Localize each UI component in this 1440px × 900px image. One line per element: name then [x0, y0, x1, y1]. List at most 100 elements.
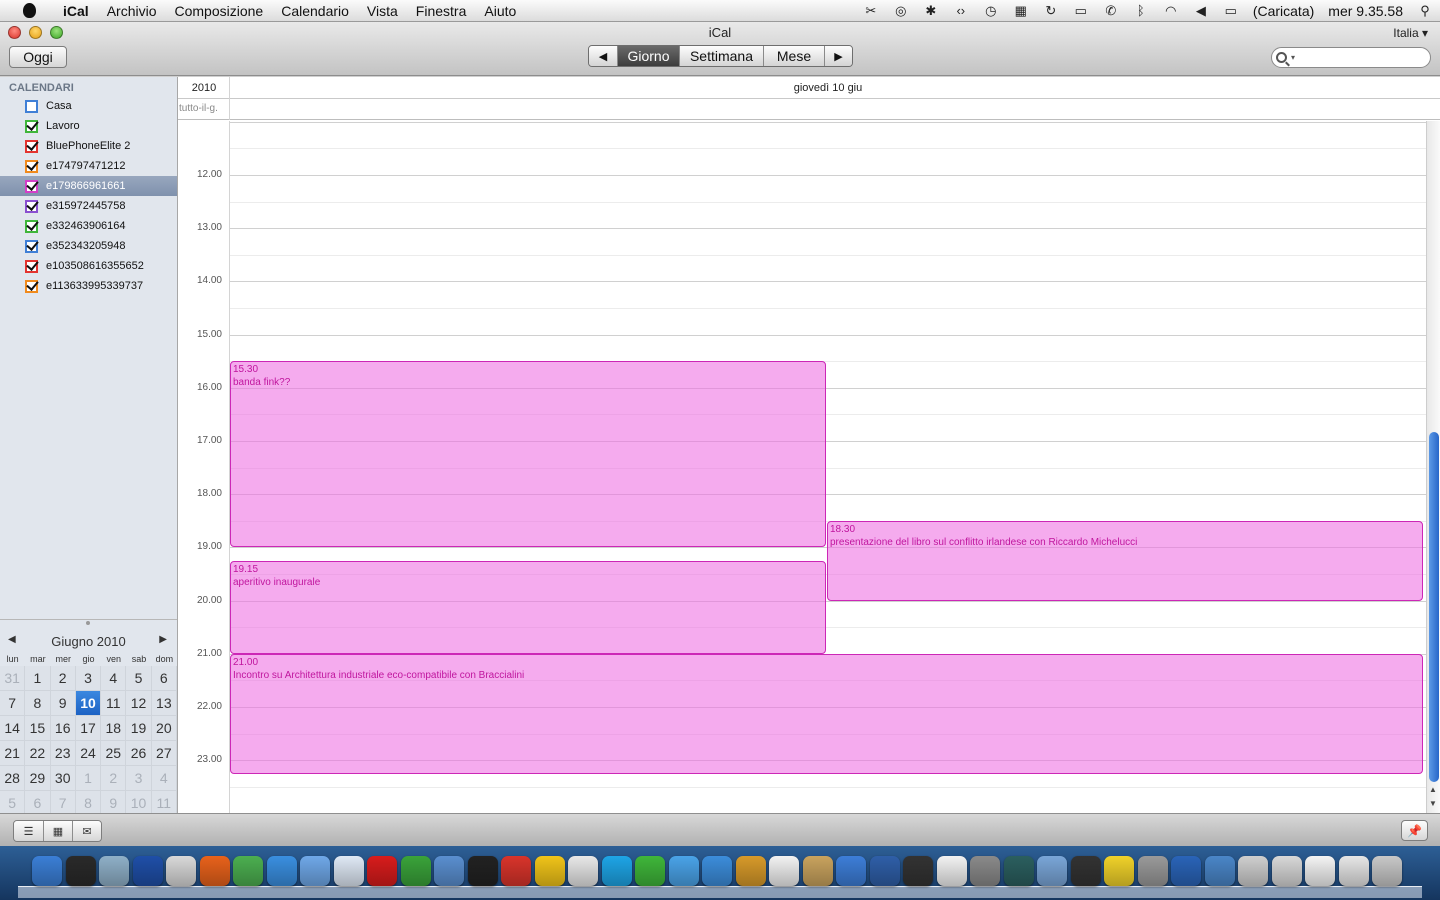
mini-calendar-day[interactable]: 14 [0, 716, 26, 741]
textedit-icon[interactable] [936, 856, 967, 886]
mini-calendar-day[interactable]: 22 [25, 741, 51, 766]
mini-calendar-day[interactable]: 1 [75, 766, 102, 791]
picasa-icon[interactable] [534, 856, 565, 886]
trash-icon[interactable] [1372, 856, 1402, 886]
opera-icon[interactable] [367, 856, 397, 886]
time-grid[interactable]: 12.00 13.00 14.00 15.00 16.00 17.00 18.00 19.00… [178, 121, 1426, 813]
calendar-checkbox[interactable] [25, 159, 38, 173]
address-book-icon[interactable] [802, 856, 833, 886]
calendar-item[interactable]: e332463906164 [0, 216, 177, 236]
bluetooth-icon[interactable]: ᛒ [1126, 0, 1156, 22]
time-machine-icon[interactable] [1003, 856, 1034, 886]
menu-archivio[interactable]: Archivio [98, 3, 166, 19]
mini-calendar-day[interactable]: 20 [151, 716, 177, 741]
upload-icon[interactable] [635, 856, 665, 886]
mini-calendar-day[interactable]: 23 [50, 741, 76, 766]
network-utility-icon[interactable] [1238, 856, 1268, 886]
region-selector[interactable]: Italia ▾ [1393, 26, 1428, 40]
calendar-item[interactable]: Casa [0, 96, 177, 116]
apple-menu-icon[interactable] [18, 3, 40, 19]
paw-icon[interactable]: ✱ [916, 0, 946, 22]
all-day-row[interactable]: tutto-il-g. [178, 99, 1440, 120]
mini-calendar-day[interactable]: 26 [126, 741, 152, 766]
mini-calendar-day[interactable]: 17 [75, 716, 102, 741]
spaces-icon[interactable]: ▦ [1006, 0, 1036, 22]
search-field[interactable]: ▾ [1271, 47, 1431, 68]
wifi-icon[interactable]: ◠ [1156, 0, 1186, 22]
mail-icon[interactable] [166, 856, 196, 886]
calendar-checkbox[interactable] [25, 99, 38, 113]
mini-calendar-day[interactable]: 9 [50, 691, 76, 716]
globe-icon[interactable] [400, 856, 431, 886]
safari-icon[interactable] [266, 856, 297, 886]
sidebar-splitter[interactable] [0, 619, 177, 627]
mini-calendar-day[interactable]: 11 [101, 691, 127, 716]
mini-calendar-day[interactable]: 25 [101, 741, 127, 766]
calendar-item[interactable]: Lavoro [0, 116, 177, 136]
scrollbar-thumb[interactable] [1429, 432, 1439, 782]
scroll-up-icon[interactable]: ▲ [1429, 785, 1437, 794]
mini-calendar-day[interactable]: 3 [126, 766, 152, 791]
photo-app-icon[interactable] [1137, 856, 1168, 886]
mini-calendar-day[interactable]: 3 [75, 666, 102, 691]
mini-calendar-day[interactable]: 28 [0, 766, 26, 791]
mini-calendar-day[interactable]: 31 [0, 666, 26, 691]
notifications-icon[interactable]: ✉ [72, 821, 101, 841]
adium-icon[interactable] [333, 856, 364, 886]
chess-icon[interactable] [1070, 856, 1101, 886]
mini-calendar-day[interactable]: 15 [25, 716, 51, 741]
messenger-icon[interactable] [668, 856, 699, 886]
google-earth-icon[interactable] [132, 856, 163, 886]
calendar-event[interactable]: 19.15 aperitivo inaugurale [230, 561, 826, 654]
preview-icon[interactable] [1037, 856, 1067, 886]
tab-week[interactable]: Settimana [679, 46, 763, 66]
link-icon[interactable] [1271, 856, 1302, 886]
code-icon[interactable]: ‹› [946, 0, 976, 22]
calendar-event[interactable]: 18.30 presentazione del libro sul conflit… [827, 521, 1423, 601]
mini-calendar-day[interactable]: 6 [151, 666, 177, 691]
battery-icon[interactable]: ▭ [1216, 0, 1246, 22]
phone-icon[interactable]: ✆ [1096, 0, 1126, 22]
mini-calendar-next-icon[interactable]: ▶ [159, 634, 167, 645]
calendar-item[interactable]: e113633995339737 [0, 276, 177, 296]
mini-calendar-day[interactable]: 19 [126, 716, 152, 741]
menu-vista[interactable]: Vista [358, 3, 407, 19]
calendar-event[interactable]: 21.00 Incontro su Architettura industrial… [230, 654, 1423, 774]
time-machine-icon[interactable]: ◷ [976, 0, 1006, 22]
calendars-list-icon[interactable]: ☰ [14, 821, 43, 841]
calendar-item[interactable]: e179866961661 [0, 176, 177, 196]
mini-calendar-day[interactable]: 29 [25, 766, 51, 791]
mini-calendar-day[interactable]: 5 [126, 666, 152, 691]
mini-calendar-day[interactable]: 12 [126, 691, 152, 716]
hand-app-icon[interactable] [99, 856, 129, 886]
mini-calendar-day[interactable]: 4 [101, 666, 127, 691]
calendar-checkbox[interactable] [25, 199, 38, 213]
mini-calendar-day[interactable]: 18 [101, 716, 127, 741]
ustream-icon[interactable] [903, 856, 933, 886]
menu-clock[interactable]: mer 9.35.58 [1321, 3, 1410, 19]
mini-calendar-day[interactable]: 7 [0, 691, 26, 716]
mini-calendar-day[interactable]: 16 [50, 716, 76, 741]
today-button[interactable]: Oggi [9, 46, 67, 68]
date-label[interactable]: giovedì 10 giu [230, 82, 1426, 94]
calendar-checkbox[interactable] [25, 219, 38, 233]
calendar-checkbox[interactable] [25, 239, 38, 253]
battery-status[interactable]: (Caricata) [1246, 3, 1321, 19]
quicktime-icon[interactable] [869, 856, 900, 886]
home-sync-icon[interactable] [1171, 856, 1201, 886]
itunes-icon[interactable] [702, 856, 732, 886]
calendar-item[interactable]: e174797471212 [0, 156, 177, 176]
calendar-checkbox[interactable] [25, 179, 38, 193]
tab-day[interactable]: Giorno [617, 46, 679, 66]
skype-icon[interactable] [601, 856, 632, 886]
pdf-icon[interactable] [1338, 856, 1369, 886]
document-icon[interactable] [1305, 856, 1335, 886]
mini-calendar-day[interactable]: 2 [101, 766, 127, 791]
calendar-checkbox[interactable] [25, 259, 38, 273]
home-app-icon[interactable] [501, 856, 531, 886]
ical-icon[interactable] [769, 856, 799, 886]
vertical-scrollbar[interactable]: ▲ ▼ [1426, 121, 1440, 813]
calendar-checkbox[interactable] [25, 139, 38, 153]
display-icon[interactable]: ▭ [1066, 0, 1096, 22]
previous-button[interactable]: ◀ [589, 46, 617, 66]
